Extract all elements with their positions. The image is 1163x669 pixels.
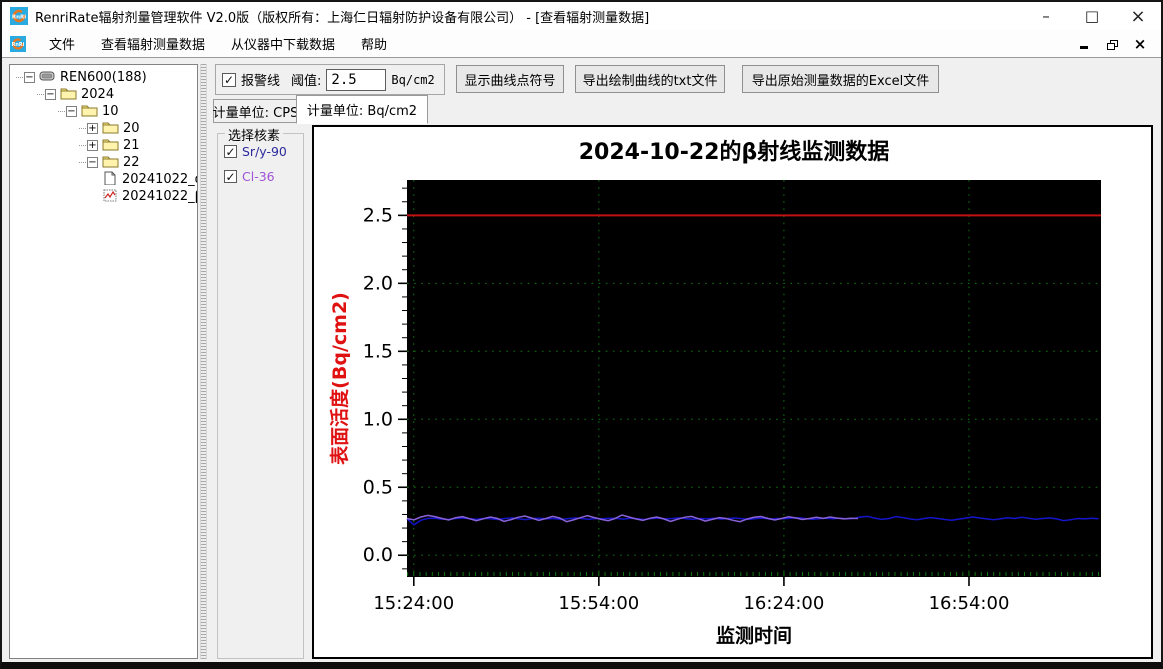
app-logo-icon-small: RnRi <box>10 35 26 52</box>
svg-text:16:54:00: 16:54:00 <box>929 593 1010 614</box>
svg-text:RnRi: RnRi <box>12 42 25 48</box>
close-button[interactable]: × <box>1115 2 1161 30</box>
tree-expander-minus[interactable]: − <box>87 157 98 168</box>
tree-item-2024[interactable]: − 2024 <box>10 86 197 103</box>
application-window: RnRi RenriRate辐射剂量管理软件 V2.0版（版权所有：上海仁日辐射… <box>0 0 1163 669</box>
nuclide-checkbox[interactable]: ✓ <box>224 145 237 158</box>
svg-text:0.0: 0.0 <box>363 544 393 566</box>
mdi-minimize-button[interactable] <box>1077 38 1091 50</box>
app-logo-icon: RnRi <box>10 7 28 25</box>
minimize-icon: – <box>1042 7 1050 25</box>
tab-unit-cps[interactable]: 计量单位: CPS <box>213 99 298 123</box>
tree-item-label: 20241022_β <box>122 189 198 204</box>
folder-icon <box>60 86 81 104</box>
nuclide-select-groupbox: 选择核素 ✓ Sr/y-90 ✓ Cl-36 <box>217 125 304 659</box>
window-title: RenriRate辐射剂量管理软件 V2.0版（版权所有：上海仁日辐射防护设备有… <box>35 10 650 26</box>
alarm-line-checkbox[interactable]: ✓ <box>222 72 236 87</box>
svg-text:2.0: 2.0 <box>363 272 393 294</box>
alarm-line-label: 报警线 <box>241 74 281 89</box>
svg-text:2024-10-22的β射线监测数据: 2024-10-22的β射线监测数据 <box>579 139 889 165</box>
nuclide-item-sr-y-90: ✓ Sr/y-90 <box>224 144 303 159</box>
mdi-window-controls: × <box>1077 34 1161 53</box>
tree-connector <box>79 162 86 163</box>
device-data-tree: − REN600(188) −2024−10 +20 +21−22 20241022_α 2… <box>9 64 198 659</box>
menu-item-2[interactable]: 从仪器中下载数据 <box>218 30 348 57</box>
menu-bar: RnRi 文件 查看辐射测量数据 从仪器中下载数据 帮助 × <box>2 30 1161 58</box>
document-icon <box>101 171 122 189</box>
tree-connector <box>79 145 86 146</box>
menu-item-1[interactable]: 查看辐射测量数据 <box>88 30 218 57</box>
tree-expander-minus[interactable]: − <box>45 89 56 100</box>
maximize-icon: □ <box>1084 7 1100 25</box>
maximize-button[interactable]: □ <box>1069 2 1115 30</box>
mdi-minimize-icon <box>1080 45 1088 49</box>
alarm-line-groupbox: ✓ 报警线 阈值: Bq/cm2 <box>215 64 445 95</box>
tree-connector <box>37 94 44 95</box>
folder-icon <box>102 120 123 138</box>
export-raw-excel-button[interactable]: 导出原始测量数据的Excel文件 <box>742 65 939 93</box>
nuclide-label: Cl-36 <box>242 169 275 184</box>
tree-expander-minus[interactable]: − <box>24 72 35 83</box>
nuclide-checkbox[interactable]: ✓ <box>224 170 237 183</box>
panel-splitter[interactable] <box>200 64 207 659</box>
tree-connector <box>79 128 86 129</box>
nuclide-groupbox-title: 选择核素 <box>225 125 284 144</box>
tree-item-label: 20 <box>123 121 140 136</box>
tree-item-label: 21 <box>123 138 140 153</box>
title-bar: RnRi RenriRate辐射剂量管理软件 V2.0版（版权所有：上海仁日辐射… <box>2 2 1161 30</box>
menu-item-3[interactable]: 帮助 <box>348 30 400 57</box>
mdi-close-icon: × <box>1133 34 1147 53</box>
show-curve-points-button[interactable]: 显示曲线点符号 <box>456 65 564 93</box>
mdi-restore-icon-front <box>1107 42 1115 50</box>
close-icon: × <box>1130 5 1146 27</box>
tree-expander-plus[interactable]: + <box>87 123 98 134</box>
threshold-input[interactable] <box>326 68 387 91</box>
mdi-close-button[interactable]: × <box>1133 34 1147 53</box>
monitoring-chart: 2024-10-22的β射线监测数据 0.0 0.5 1.0 1.5 2.0 2.5 15:2… <box>328 139 1101 647</box>
nuclide-item-cl-36: ✓ Cl-36 <box>224 169 303 184</box>
svg-text:表面活度(Bq/cm2): 表面活度(Bq/cm2) <box>328 292 351 465</box>
tree-item-20241022-β[interactable]: 20241022_β <box>10 188 197 205</box>
tree-item-label: REN600(188) <box>60 70 147 85</box>
chart-document-icon <box>101 188 122 206</box>
tree-item-label: 20241022_α <box>122 172 198 187</box>
menu-item-0[interactable]: 文件 <box>36 30 88 57</box>
tree-item-22[interactable]: − 22 <box>10 154 197 171</box>
tree-item-label: 10 <box>102 104 119 119</box>
checkmark-icon: ✓ <box>223 72 235 87</box>
tree-item-20[interactable]: +20 <box>10 120 197 137</box>
tree-expander-minus[interactable]: − <box>66 106 77 117</box>
tree-connector <box>16 77 23 78</box>
svg-text:1.5: 1.5 <box>363 340 393 362</box>
tree-item-21[interactable]: +21 <box>10 137 197 154</box>
folder-icon <box>102 137 123 155</box>
svg-text:16:24:00: 16:24:00 <box>743 593 824 614</box>
threshold-unit-label: Bq/cm2 <box>391 72 435 87</box>
svg-text:RnRi: RnRi <box>12 15 26 21</box>
tree-expander-plus[interactable]: + <box>87 140 98 151</box>
mdi-restore-button[interactable] <box>1105 38 1119 50</box>
svg-text:2.5: 2.5 <box>363 204 393 226</box>
svg-text:15:54:00: 15:54:00 <box>558 593 639 614</box>
tab-unit-bqcm2[interactable]: 计量单位: Bq/cm2 <box>296 95 428 124</box>
minimize-button[interactable]: – <box>1023 2 1069 30</box>
device-icon <box>39 69 60 87</box>
svg-text:监测时间: 监测时间 <box>716 624 792 647</box>
svg-text:0.5: 0.5 <box>363 476 393 498</box>
chart-panel: 2024-10-22的β射线监测数据 0.0 0.5 1.0 1.5 2.0 2.5 15:2… <box>312 125 1153 659</box>
svg-text:15:24:00: 15:24:00 <box>373 593 454 614</box>
export-curve-txt-button[interactable]: 导出绘制曲线的txt文件 <box>575 65 725 93</box>
folder-icon <box>81 103 102 121</box>
folder-icon <box>102 154 123 172</box>
tree-item-label: 2024 <box>81 87 115 102</box>
threshold-label: 阈值: <box>291 74 322 89</box>
tree-item-ren600-188-[interactable]: − REN600(188) <box>10 69 197 86</box>
svg-text:1.0: 1.0 <box>363 408 393 430</box>
tree-item-10[interactable]: − 10 <box>10 103 197 120</box>
tree-item-20241022-α[interactable]: 20241022_α <box>10 171 197 188</box>
nuclide-label: Sr/y-90 <box>242 144 287 159</box>
tree-connector <box>58 111 65 112</box>
tree-item-label: 22 <box>123 155 140 170</box>
